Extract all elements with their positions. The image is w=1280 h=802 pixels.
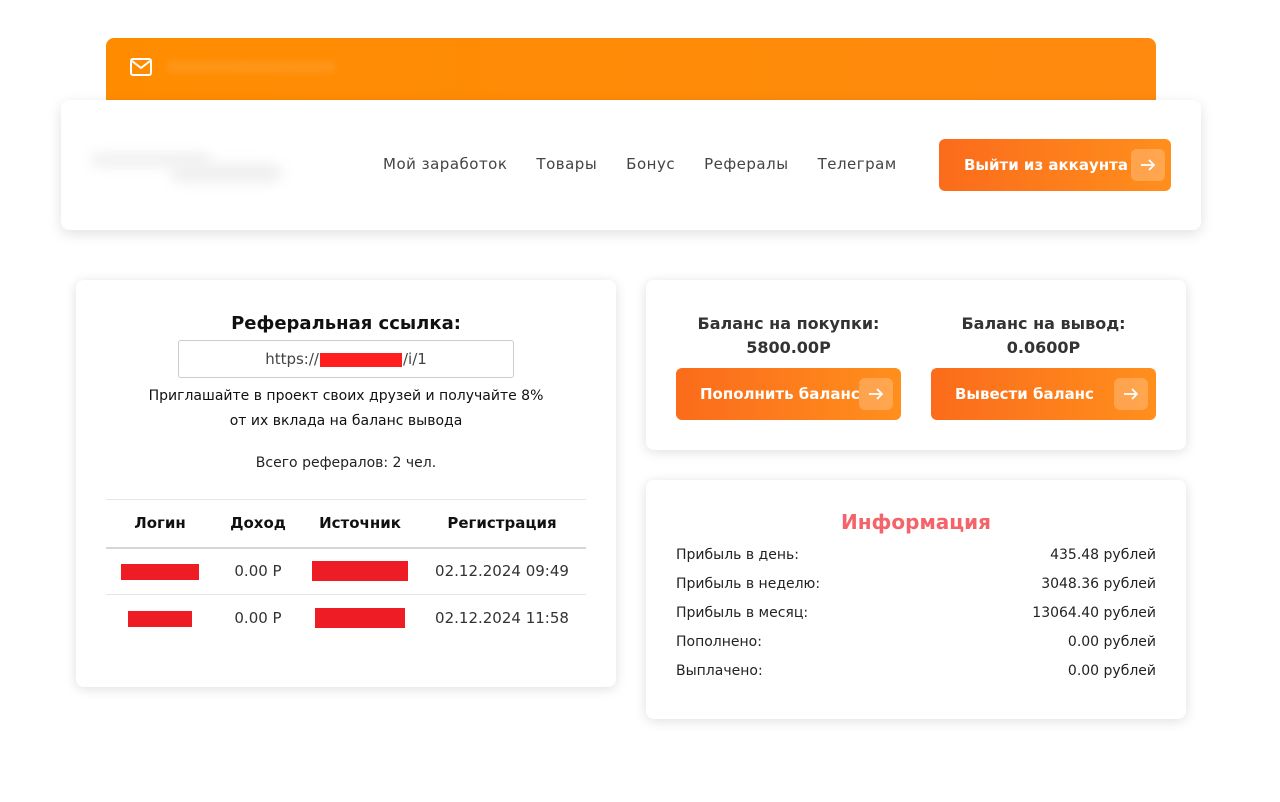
contact-email-blurred [166, 60, 336, 74]
info-label: Пополнено: [676, 634, 762, 650]
redacted-login [128, 610, 192, 627]
table-row: 0.00 Р 02.12.2024 11:58 [106, 595, 586, 642]
info-row-monthly: Прибыль в месяц: 13064.40 рублей [676, 602, 1156, 631]
referral-desc-line1: Приглашайте в проект своих друзей и полу… [148, 388, 544, 404]
info-label: Прибыль в месяц: [676, 605, 809, 621]
info-label: Выплачено: [676, 663, 763, 679]
login-cell [106, 595, 214, 642]
topup-button[interactable]: Пополнить баланс [676, 368, 901, 420]
info-value: 0.00 рублей [1067, 663, 1156, 679]
info-value: 435.48 рублей [1050, 547, 1156, 563]
nav-products[interactable]: Товары [536, 155, 597, 173]
nav-my-earnings[interactable]: Мой заработок [383, 155, 507, 173]
redacted-domain [319, 352, 402, 367]
info-label: Прибыль в неделю: [676, 576, 821, 592]
nav-bonus[interactable]: Бонус [626, 155, 675, 173]
table-row: 0.00 Р 02.12.2024 09:49 [106, 547, 586, 595]
info-value: 3048.36 рублей [1041, 576, 1156, 592]
arrow-right-icon [859, 378, 893, 410]
purchase-balance-label: Баланс на покупки: [697, 314, 880, 333]
info-value: 0.00 рублей [1067, 634, 1156, 650]
source-cell [302, 547, 418, 595]
info-row-daily: Прибыль в день: 435.48 рублей [676, 544, 1156, 573]
site-logo[interactable] [91, 145, 301, 185]
referrals-table: Логин Доход Источник Регистрация 0.00 Р … [106, 499, 586, 642]
site-header: Мой заработок Товары Бонус Рефералы Теле… [61, 100, 1201, 230]
info-row-paid-out: Выплачено: 0.00 рублей [676, 660, 1156, 689]
login-cell [106, 547, 214, 595]
logout-button[interactable]: Выйти из аккаунта [939, 139, 1171, 191]
referral-link-suffix: /i/1 [402, 350, 427, 368]
info-title: Информация [841, 510, 991, 534]
column-registration: Регистрация [418, 499, 586, 549]
balance-card: Баланс на покупки: 5800.00Р Баланс на вы… [646, 280, 1186, 450]
withdraw-button-label: Вывести баланс [955, 385, 1094, 403]
income-cell: 0.00 Р [214, 547, 302, 595]
column-source: Источник [302, 499, 418, 549]
envelope-icon[interactable] [130, 58, 152, 76]
info-row-weekly: Прибыль в неделю: 3048.36 рублей [676, 573, 1156, 602]
withdraw-button[interactable]: Вывести баланс [931, 368, 1156, 420]
referral-title: Реферальная ссылка: [231, 313, 461, 334]
referral-link-field[interactable]: https:// /i/1 [178, 340, 514, 378]
withdraw-balance: Баланс на вывод: 0.0600Р [931, 312, 1156, 360]
redacted-source [315, 608, 405, 629]
income-cell: 0.00 Р [234, 609, 282, 628]
purchase-balance-value: 5800.00Р [746, 338, 831, 357]
nav-telegram[interactable]: Телеграм [818, 155, 897, 173]
registration-cell: 02.12.2024 11:58 [435, 609, 569, 628]
withdraw-balance-label: Баланс на вывод: [961, 314, 1126, 333]
logout-label: Выйти из аккаунта [964, 156, 1128, 174]
redacted-source [312, 561, 408, 582]
column-login: Логин [106, 499, 214, 549]
purchase-balance: Баланс на покупки: 5800.00Р [676, 312, 901, 360]
info-card: Информация Прибыль в день: 435.48 рублей… [646, 480, 1186, 719]
arrow-right-icon [1131, 149, 1165, 181]
info-label: Прибыль в день: [676, 547, 799, 563]
referral-card: Реферальная ссылка: https:// /i/1 Приглаш… [76, 280, 616, 687]
arrow-right-icon [1114, 378, 1148, 410]
referral-desc-line2: от их вклада на баланс вывода [229, 413, 463, 429]
top-contact-bar [106, 38, 1156, 108]
main-nav: Мой заработок Товары Бонус Рефералы Теле… [383, 155, 897, 173]
topup-button-label: Пополнить баланс [700, 385, 860, 403]
referral-total: Всего рефералов: 2 чел. [255, 455, 437, 471]
referral-description: Приглашайте в проект своих друзей и полу… [76, 384, 616, 434]
withdraw-balance-value: 0.0600Р [1006, 338, 1081, 357]
redacted-login [121, 563, 199, 580]
info-list: Прибыль в день: 435.48 рублей Прибыль в … [676, 544, 1156, 689]
referral-link-prefix: https:// [265, 350, 319, 368]
source-cell [302, 595, 418, 642]
info-value: 13064.40 рублей [1032, 605, 1156, 621]
nav-referrals[interactable]: Рефералы [704, 155, 788, 173]
registration-cell: 02.12.2024 09:49 [418, 547, 586, 595]
column-income: Доход [214, 499, 302, 549]
info-row-deposited: Пополнено: 0.00 рублей [676, 631, 1156, 660]
